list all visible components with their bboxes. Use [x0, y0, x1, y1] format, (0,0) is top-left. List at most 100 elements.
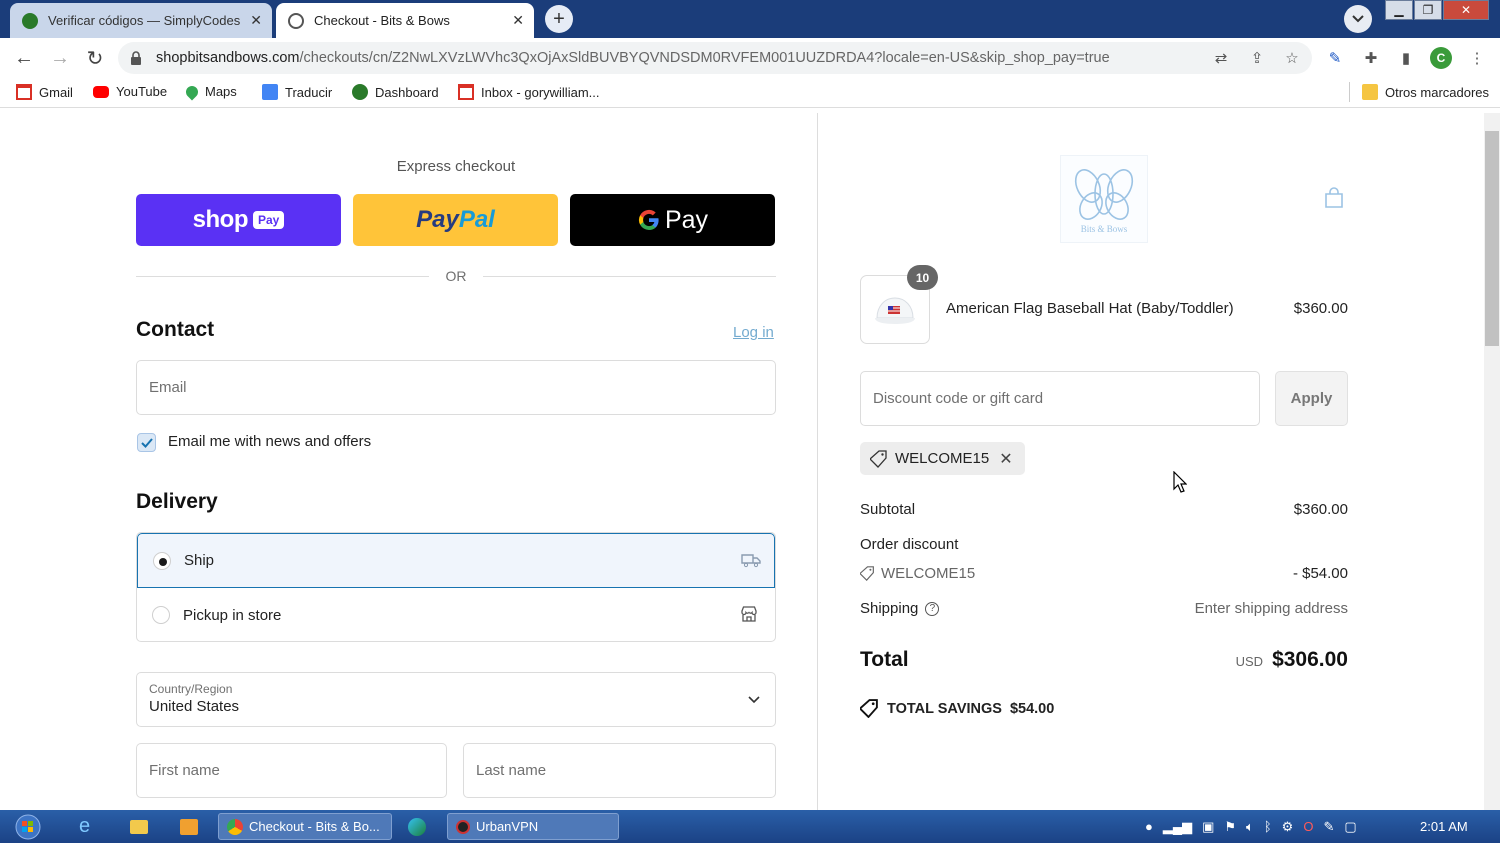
close-icon[interactable]: ✕	[250, 12, 262, 29]
bookmark-youtube[interactable]: YouTube	[93, 84, 167, 99]
page-scrollbar[interactable]	[1484, 113, 1500, 810]
address-bar[interactable]: shopbitsandbows.com/checkouts/cn/Z2NwLXV…	[118, 42, 1312, 74]
or-separator: OR	[445, 268, 467, 284]
newsletter-checkbox[interactable]	[137, 433, 156, 452]
windows-taskbar: e Checkout - Bits & Bo... UrbanVPN ● ▂▄▆…	[0, 810, 1500, 843]
maps-pin-icon	[183, 83, 201, 100]
paypal-logo-part2: Pal	[458, 206, 495, 233]
chevron-down-icon	[1352, 15, 1364, 23]
forward-button[interactable]: →	[48, 46, 72, 70]
divider	[1349, 82, 1350, 102]
lock-icon	[131, 51, 141, 65]
shipping-label: Shipping	[860, 600, 919, 617]
side-panel-icon[interactable]: ▮	[1396, 48, 1416, 68]
new-tab-button[interactable]: +	[545, 5, 573, 33]
total-amount: USD $306.00	[1180, 648, 1348, 672]
tag-icon	[860, 699, 878, 718]
tab-search-button[interactable]	[1344, 5, 1372, 33]
browser-tab-strip: Verificar códigos — SimplyCodes ✕ Checko…	[0, 0, 1500, 38]
edge-icon[interactable]	[408, 813, 426, 840]
youtube-icon	[93, 85, 109, 98]
taskbar-urbanvpn[interactable]: UrbanVPN	[447, 813, 619, 840]
total-savings-row: TOTAL SAVINGS $54.00	[860, 699, 1054, 718]
tab-title: Checkout - Bits & Bows	[314, 13, 450, 28]
shop-pay-button[interactable]: shop Pay	[136, 194, 341, 246]
flag-icon[interactable]: ⚑	[1224, 819, 1236, 835]
opera-icon[interactable]: O	[1303, 819, 1313, 834]
express-checkout-label: Express checkout	[396, 158, 516, 175]
order-discount-code: WELCOME15	[881, 565, 976, 582]
bookmark-maps[interactable]: Maps	[183, 83, 237, 100]
discount-placeholder: Discount code or gift card	[873, 390, 1044, 407]
tray-app-icon[interactable]: ●	[1145, 819, 1153, 834]
ship-radio[interactable]	[153, 551, 171, 570]
bookmark-label: Maps	[205, 84, 237, 99]
start-button[interactable]	[8, 813, 48, 840]
email-field[interactable]: Email	[136, 360, 776, 415]
tab-checkout[interactable]: Checkout - Bits & Bows ✕	[276, 3, 534, 38]
checkout-form-column: Express checkout shop Pay Pay Pal Pay OR …	[0, 113, 818, 810]
internet-explorer-icon[interactable]: e	[79, 813, 90, 840]
extensions-puzzle-icon[interactable]: ✚	[1361, 48, 1381, 68]
login-link[interactable]: Log in	[733, 324, 774, 341]
extension-translate-icon[interactable]: ✎	[1325, 48, 1345, 68]
gmail-icon	[16, 84, 32, 100]
bookmark-traducir[interactable]: Traducir	[262, 84, 332, 100]
media-player-icon[interactable]	[180, 813, 198, 840]
newsletter-label: Email me with news and offers	[168, 433, 372, 450]
contact-heading: Contact	[136, 318, 215, 341]
chevron-down-icon	[748, 696, 760, 704]
truck-icon	[741, 554, 761, 568]
divider	[136, 276, 429, 277]
back-button[interactable]: ←	[12, 46, 36, 70]
bookmark-dashboard[interactable]: Dashboard	[352, 84, 439, 100]
pickup-option[interactable]: Pickup in store	[137, 588, 775, 641]
apply-button[interactable]: Apply	[1275, 371, 1348, 426]
volume-icon[interactable]: 🔈︎	[1246, 819, 1254, 835]
share-icon[interactable]: ⇪	[1247, 48, 1267, 68]
notification-icon[interactable]: ▢	[1344, 819, 1356, 835]
translate-icon	[262, 84, 278, 100]
bookmark-star-icon[interactable]: ☆	[1282, 48, 1302, 68]
restore-button[interactable]: ❐	[1414, 0, 1442, 20]
pen-icon[interactable]: ✎	[1323, 819, 1334, 835]
reload-button[interactable]: ↻	[83, 46, 107, 70]
paypal-button[interactable]: Pay Pal	[353, 194, 558, 246]
scrollbar-thumb[interactable]	[1485, 131, 1499, 346]
applied-code: WELCOME15	[895, 450, 990, 467]
signal-icon[interactable]: ▂▄▆	[1163, 819, 1192, 835]
close-icon[interactable]: ✕	[512, 12, 524, 29]
remove-discount-icon[interactable]: ✕	[999, 449, 1012, 469]
bookmark-label: Dashboard	[375, 84, 439, 100]
tab-simplycodes[interactable]: Verificar códigos — SimplyCodes ✕	[10, 3, 272, 38]
profile-avatar[interactable]: C	[1430, 47, 1452, 69]
country-select[interactable]: Country/Region United States	[136, 672, 776, 727]
bookmark-other-folder[interactable]: Otros marcadores	[1362, 84, 1489, 100]
shopping-bag-icon[interactable]	[1324, 187, 1344, 209]
bows-logo-icon	[1074, 169, 1134, 220]
paypal-logo-part1: Pay	[416, 206, 459, 233]
first-name-field[interactable]: First name	[136, 743, 447, 798]
google-g-icon	[638, 209, 659, 231]
help-icon[interactable]: ?	[925, 601, 940, 616]
ship-option[interactable]: Ship	[137, 533, 775, 588]
google-pay-button[interactable]: Pay	[570, 194, 775, 246]
system-tray: ● ▂▄▆ ▣ ⚑ 🔈︎ ᛒ ⚙ O ✎ ▢	[1145, 813, 1357, 840]
clock[interactable]: 2:01 AM	[1420, 813, 1468, 840]
discount-code-input[interactable]: Discount code or gift card	[860, 371, 1260, 426]
minimize-button[interactable]: ▁	[1385, 0, 1413, 20]
menu-kebab-icon[interactable]: ⋮	[1467, 48, 1487, 68]
translate-icon[interactable]: ⇄	[1211, 48, 1231, 68]
store-logo[interactable]: Bits & Bows	[1060, 155, 1148, 243]
bookmark-gmail[interactable]: Gmail	[16, 84, 73, 100]
file-explorer-icon[interactable]	[130, 813, 148, 840]
last-name-field[interactable]: Last name	[463, 743, 776, 798]
settings-tray-icon[interactable]: ⚙	[1282, 819, 1294, 835]
network-icon[interactable]: ▣	[1202, 819, 1214, 835]
bluetooth-icon[interactable]: ᛒ	[1264, 819, 1272, 834]
pickup-radio[interactable]	[152, 606, 170, 624]
bookmark-inbox[interactable]: Inbox - gorywilliam...	[458, 84, 599, 100]
close-window-button[interactable]: ✕	[1443, 0, 1489, 20]
taskbar-chrome-checkout[interactable]: Checkout - Bits & Bo...	[218, 813, 392, 840]
email-placeholder: Email	[149, 379, 187, 396]
